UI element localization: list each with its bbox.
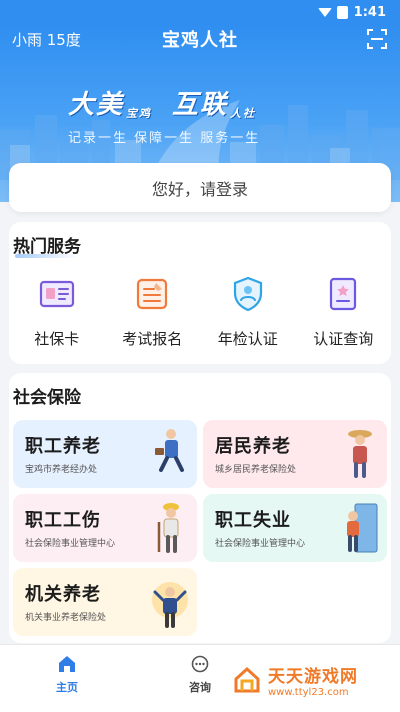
hot-item-label: 认证查询 <box>313 330 374 348</box>
tile-subtitle: 社会保险事业管理中心 <box>215 539 306 549</box>
chat-bubble-icon <box>191 655 209 673</box>
hot-item-social-card[interactable]: 社保卡 <box>9 274 105 349</box>
slogan-right-small: 人社 <box>230 107 257 120</box>
home-icon <box>59 656 75 672</box>
slogan-headline: 大美 宝鸡 互联 人社 <box>68 84 274 121</box>
tile-title: 职工养老 <box>25 436 101 457</box>
wifi-icon <box>317 7 332 17</box>
watermark-url: www.ttyl23.com <box>268 687 349 698</box>
tab-consult[interactable]: 咨询 <box>170 655 230 695</box>
tile-subtitle: 宝鸡市养老经办处 <box>25 465 98 475</box>
hot-item-label: 社保卡 <box>34 330 80 348</box>
tab-consult-label: 咨询 <box>189 681 211 694</box>
watermark-name: 天天游戏网 <box>268 667 358 687</box>
tile-subtitle: 社会保险事业管理中心 <box>25 539 116 549</box>
social-insurance-title: 社会保险 <box>13 388 81 408</box>
tab-home-label: 主页 <box>56 681 78 694</box>
slogan: 大美 宝鸡 互联 人社 记录一生 保障一生 服务一生 <box>68 84 274 146</box>
battery-icon <box>336 5 348 19</box>
farmer-icon <box>348 430 372 478</box>
injured-worker-icon <box>157 503 179 553</box>
slogan-subtitle: 记录一生 保障一生 服务一生 <box>68 131 261 146</box>
weather-text[interactable]: 小雨 15度 <box>12 29 152 50</box>
tile-work-injury[interactable]: 职工工伤 社会保险事业管理中心 <box>13 494 197 562</box>
login-prompt: 您好，请登录 <box>151 179 248 199</box>
slogan-left: 大美 <box>68 90 125 120</box>
tile-title: 机关养老 <box>25 584 101 605</box>
status-time: 1:41 <box>353 4 386 20</box>
tile-subtitle: 城乡居民养老保险处 <box>215 465 297 475</box>
tile-title: 职工工伤 <box>25 510 101 531</box>
hot-services-card: 热门服务 社保卡 考试报名 年检认证 认证查询 <box>9 222 391 364</box>
slogan-left-small: 宝鸡 <box>126 107 153 120</box>
tile-agency-pension[interactable]: 机关养老 机关事业养老保险处 <box>13 568 197 636</box>
shield-check-icon <box>228 274 268 314</box>
slogan-right: 互联 <box>172 90 229 120</box>
hot-item-verify-query[interactable]: 认证查询 <box>296 274 392 349</box>
scan-icon[interactable] <box>366 28 388 50</box>
login-button[interactable]: 您好，请登录 <box>9 163 391 212</box>
watermark-logo-icon <box>234 666 260 693</box>
title-underline <box>15 254 77 258</box>
tile-subtitle: 机关事业养老保险处 <box>25 613 107 623</box>
hot-item-label: 年检认证 <box>217 330 278 348</box>
hot-services-grid: 社保卡 考试报名 年检认证 认证查询 <box>9 274 391 349</box>
watermark-text: 天天游戏网 www.ttyl23.com <box>268 662 358 698</box>
id-card-icon <box>37 274 77 314</box>
tile-title: 居民养老 <box>215 436 291 457</box>
tile-resident-pension[interactable]: 居民养老 城乡居民养老保险处 <box>203 420 387 488</box>
running-worker-icon <box>155 429 184 472</box>
exam-form-icon <box>132 274 172 314</box>
hot-item-label: 考试报名 <box>122 330 183 348</box>
exit-door-icon <box>347 503 378 553</box>
status-bar: 1:41 <box>0 0 400 24</box>
social-insurance-card: 社会保险 职工养老 宝鸡市养老经办处 居民养老 城乡居民养老保险处 职工工伤 社… <box>9 373 391 643</box>
celebrating-worker-icon <box>152 582 188 628</box>
hot-item-exam-signup[interactable]: 考试报名 <box>105 274 201 349</box>
tile-unemployment[interactable]: 职工失业 社会保险事业管理中心 <box>203 494 387 562</box>
watermark: 天天游戏网 www.ttyl23.com <box>232 660 382 700</box>
tab-home[interactable]: 主页 <box>37 655 97 695</box>
status-icons <box>317 5 348 19</box>
document-star-icon <box>323 274 363 314</box>
tile-employee-pension[interactable]: 职工养老 宝鸡市养老经办处 <box>13 420 197 488</box>
hot-item-annual-verify[interactable]: 年检认证 <box>200 274 296 349</box>
top-nav: 小雨 15度 宝鸡人社 <box>0 24 400 54</box>
tile-title: 职工失业 <box>215 510 291 531</box>
